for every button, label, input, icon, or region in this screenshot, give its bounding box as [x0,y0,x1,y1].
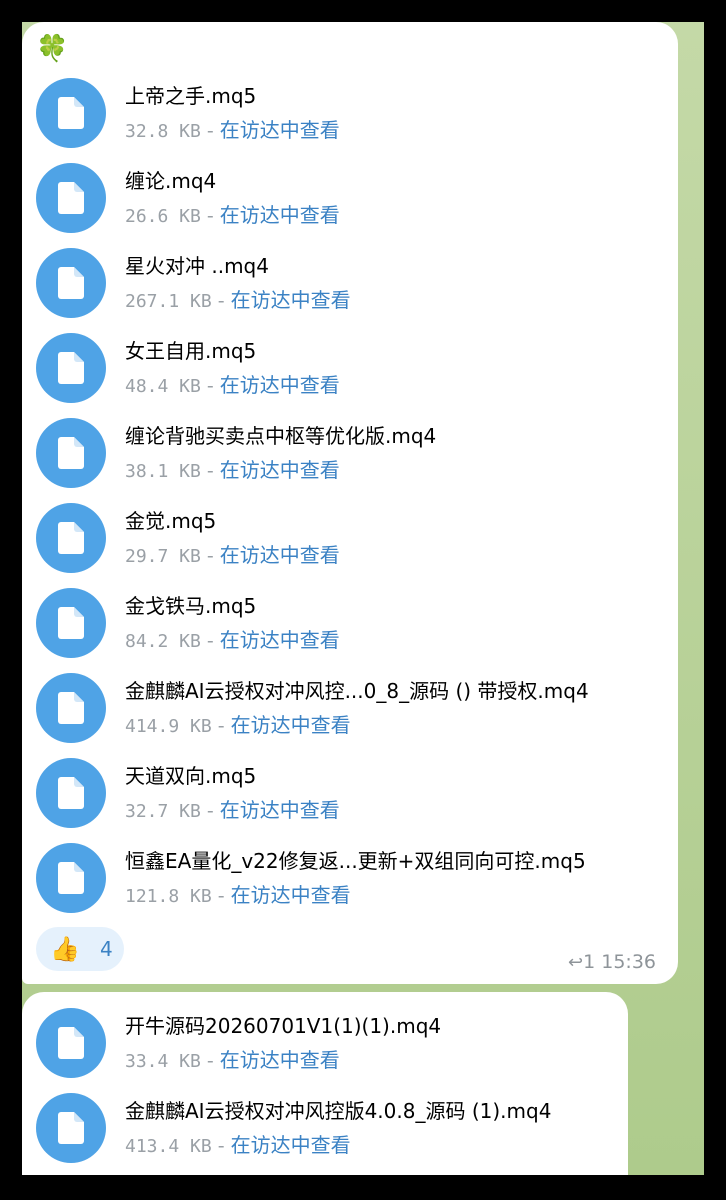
separator: - [211,885,231,907]
file-meta: 26.6 KB - 在访达中查看 [125,203,340,229]
file-name: 金戈铁马.mq5 [125,594,257,618]
document-icon[interactable] [36,78,106,148]
show-in-finder-link[interactable]: 在访达中查看 [231,883,351,907]
file-item[interactable]: 天道双向.mq5 32.7 KB - 在访达中查看 [36,758,678,830]
show-in-finder-link[interactable]: 在访达中查看 [220,118,340,142]
document-icon[interactable] [36,248,106,318]
file-item[interactable]: 金麒麟AI云授权对冲风控...0_8_源码 () 带授权.mq4 414.9 KB… [36,673,678,745]
file-item[interactable]: 女王自用.mq5 48.4 KB - 在访达中查看 [36,333,678,405]
separator: - [200,545,220,567]
file-name: 星火对冲 ..mq4 [125,254,269,278]
document-icon[interactable] [36,503,106,573]
document-icon[interactable] [36,588,106,658]
file-name: 金麒麟AI云授权对冲风控...0_8_源码 () 带授权.mq4 [125,679,589,703]
file-size: 29.7 KB [125,546,201,567]
file-meta: 414.9 KB - 在访达中查看 [125,713,351,739]
file-size: 32.7 KB [125,801,201,822]
file-name: 缠论.mq4 [125,169,217,193]
show-in-finder-link[interactable]: 在访达中查看 [231,713,351,737]
separator: - [200,1050,220,1072]
file-meta: 267.1 KB - 在访达中查看 [125,288,351,314]
file-item[interactable]: 星火对冲 ..mq4 267.1 KB - 在访达中查看 [36,248,678,320]
separator: - [211,715,231,737]
document-icon[interactable] [36,758,106,828]
file-size: 414.9 KB [125,716,212,737]
document-icon[interactable] [36,333,106,403]
reaction-thumbs-up[interactable]: 👍 4 [36,927,124,971]
file-size: 33.4 KB [125,1051,201,1072]
file-meta: 121.8 KB - 在访达中查看 [125,883,351,909]
separator: - [200,460,220,482]
thumbs-up-icon: 👍 [50,935,80,963]
message-bubble[interactable]: 🍀 上帝之手.mq5 32.8 KB - 在访达中查看 缠论.mq4 26.6 KB … [22,22,678,984]
show-in-finder-link[interactable]: 在访达中查看 [220,543,340,567]
file-name: 女王自用.mq5 [125,339,257,363]
file-item[interactable]: 缠论背驰买卖点中枢等优化版.mq4 38.1 KB - 在访达中查看 [36,418,678,490]
message-bubble-2[interactable]: 开牛源码20260701V1(1)(1).mq4 33.4 KB - 在访达中查看… [22,992,628,1175]
show-in-finder-link[interactable]: 在访达中查看 [220,373,340,397]
show-in-finder-link[interactable]: 在访达中查看 [220,798,340,822]
file-size: 121.8 KB [125,886,212,907]
file-size: 26.6 KB [125,206,201,227]
file-name: 金觉.mq5 [125,509,217,533]
file-size: 267.1 KB [125,291,212,312]
file-meta: 48.4 KB - 在访达中查看 [125,373,340,399]
file-item[interactable]: 开牛源码20260701V1(1)(1).mq4 33.4 KB - 在访达中查看 [36,1008,628,1080]
show-in-finder-link[interactable]: 在访达中查看 [220,1048,340,1072]
separator: - [200,375,220,397]
file-name: 恒鑫EA量化_v22修复返...更新+双组同向可控.mq5 [125,849,586,873]
chat-background: 🍀 上帝之手.mq5 32.8 KB - 在访达中查看 缠论.mq4 26.6 KB … [22,22,704,1175]
reply-arrow-icon: ↩ [568,952,584,973]
show-in-finder-link[interactable]: 在访达中查看 [220,458,340,482]
file-item[interactable]: 金戈铁马.mq5 84.2 KB - 在访达中查看 [36,588,678,660]
file-size: 84.2 KB [125,631,201,652]
message-time: 15:36 [601,951,656,973]
reaction-count: 4 [100,937,113,961]
file-meta: 413.4 KB - 在访达中查看 [125,1133,351,1159]
separator: - [200,800,220,822]
show-in-finder-link[interactable]: 在访达中查看 [231,288,351,312]
document-icon[interactable] [36,418,106,488]
file-size: 48.4 KB [125,376,201,397]
message-meta: ↩1 15:36 [568,950,656,975]
file-item[interactable]: 金麒麟AI云授权对冲风控版4.0.8_源码 (1).mq4 413.4 KB - … [36,1093,628,1165]
document-icon[interactable] [36,1008,106,1078]
file-meta: 32.7 KB - 在访达中查看 [125,798,340,824]
separator: - [200,205,220,227]
separator: - [211,1135,231,1157]
reply-count: 1 [583,951,596,973]
file-item[interactable]: 金觉.mq5 29.7 KB - 在访达中查看 [36,503,678,575]
show-in-finder-link[interactable]: 在访达中查看 [231,1133,351,1157]
document-icon[interactable] [36,163,106,233]
separator: - [200,630,220,652]
file-size: 32.8 KB [125,121,201,142]
file-name: 天道双向.mq5 [125,764,257,788]
separator: - [211,290,231,312]
file-meta: 29.7 KB - 在访达中查看 [125,543,340,569]
file-name: 上帝之手.mq5 [125,84,257,108]
separator: - [200,120,220,142]
clover-emoji: 🍀 [36,34,69,64]
file-name: 金麒麟AI云授权对冲风控版4.0.8_源码 (1).mq4 [125,1099,552,1123]
file-size: 38.1 KB [125,461,201,482]
document-icon[interactable] [36,673,106,743]
file-item[interactable]: 上帝之手.mq5 32.8 KB - 在访达中查看 [36,78,678,150]
file-meta: 32.8 KB - 在访达中查看 [125,118,340,144]
file-meta: 38.1 KB - 在访达中查看 [125,458,340,484]
show-in-finder-link[interactable]: 在访达中查看 [220,203,340,227]
file-name: 缠论背驰买卖点中枢等优化版.mq4 [125,424,437,448]
file-meta: 84.2 KB - 在访达中查看 [125,628,340,654]
file-meta: 33.4 KB - 在访达中查看 [125,1048,340,1074]
show-in-finder-link[interactable]: 在访达中查看 [220,628,340,652]
document-icon[interactable] [36,843,106,913]
file-item[interactable]: 缠论.mq4 26.6 KB - 在访达中查看 [36,163,678,235]
file-size: 413.4 KB [125,1136,212,1157]
file-name: 开牛源码20260701V1(1)(1).mq4 [125,1014,442,1038]
file-item[interactable]: 恒鑫EA量化_v22修复返...更新+双组同向可控.mq5 121.8 KB - … [36,843,678,915]
document-icon[interactable] [36,1093,106,1163]
